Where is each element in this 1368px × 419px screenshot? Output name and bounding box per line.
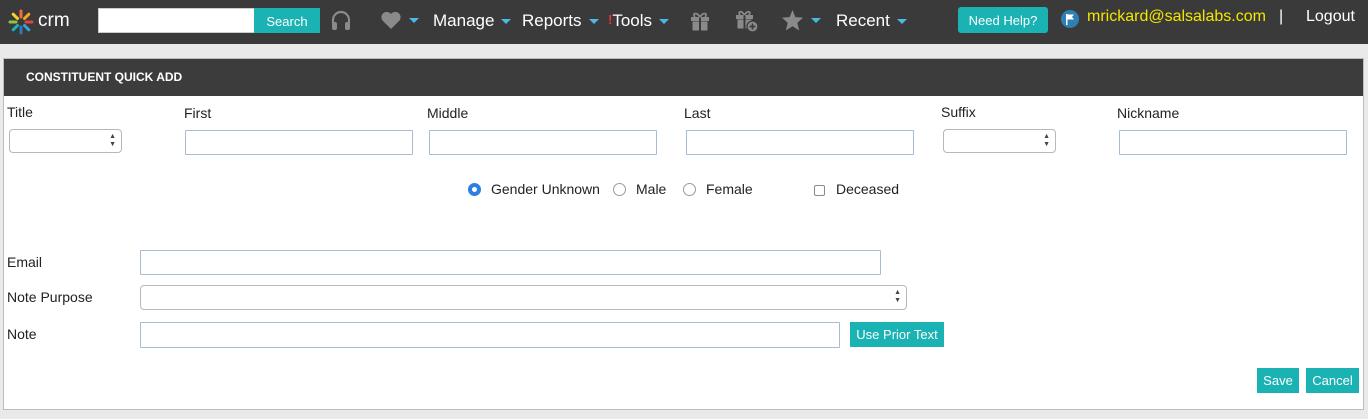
nickname-input[interactable] — [1119, 130, 1347, 155]
logo-text: crm — [38, 10, 70, 31]
gender-female-label: Female — [706, 181, 753, 197]
nav-manage-label: Manage — [433, 11, 495, 30]
nav-manage[interactable]: Manage — [433, 11, 512, 31]
title-label: Title — [7, 104, 33, 120]
select-arrows-icon: ▲ ▼ — [109, 133, 116, 148]
chevron-down-icon — [896, 19, 907, 25]
note-input[interactable] — [140, 322, 840, 348]
user-email[interactable]: mrickard@salsalabs.com — [1087, 8, 1266, 26]
middle-name-label: Middle — [427, 105, 469, 121]
nav-tools-label: Tools — [612, 11, 653, 30]
star-icon — [781, 9, 804, 31]
gift-add-icon[interactable] — [735, 9, 759, 38]
favorites-menu[interactable] — [380, 10, 419, 30]
heart-icon — [381, 11, 401, 30]
need-help-button[interactable]: Need Help? — [958, 7, 1048, 33]
headset-icon[interactable] — [330, 9, 352, 38]
logo-mark-icon — [8, 9, 34, 35]
chevron-down-icon — [659, 19, 670, 25]
email-label: Email — [7, 254, 43, 270]
use-prior-text-button[interactable]: Use Prior Text — [850, 322, 944, 347]
chevron-down-icon — [501, 19, 512, 25]
select-arrows-icon: ▲ ▼ — [894, 289, 901, 304]
save-button[interactable]: Save — [1257, 368, 1299, 393]
chevron-down-icon — [811, 17, 821, 23]
search-button[interactable]: Search — [254, 8, 320, 33]
gender-female-radio[interactable] — [683, 183, 696, 196]
logout-link[interactable]: Logout — [1306, 8, 1355, 26]
global-search-input[interactable] — [98, 8, 254, 33]
chevron-down-icon — [588, 19, 599, 25]
gender-unknown-radio[interactable] — [468, 183, 481, 196]
gift-icon[interactable] — [689, 10, 711, 37]
deceased-checkbox[interactable] — [814, 185, 825, 196]
chevron-down-icon — [409, 17, 419, 23]
panel-header: CONSTITUENT QUICK ADD — [4, 59, 1363, 96]
suffix-select[interactable]: ▲ ▼ — [943, 129, 1056, 153]
middle-name-input[interactable] — [429, 130, 657, 155]
nav-tools[interactable]: !Tools — [608, 11, 670, 31]
title-select[interactable]: ▲ ▼ — [9, 129, 122, 153]
gender-unknown-label: Gender Unknown — [491, 181, 600, 197]
last-name-input[interactable] — [686, 130, 914, 155]
nav-recent-label: Recent — [836, 11, 890, 30]
suffix-label: Suffix — [941, 104, 976, 120]
nav-separator: | — [1279, 8, 1284, 25]
nav-reports[interactable]: Reports — [522, 11, 599, 31]
nav-reports-label: Reports — [522, 11, 582, 30]
user-flag-icon — [1061, 10, 1079, 28]
first-name-input[interactable] — [185, 130, 413, 155]
note-label: Note — [7, 326, 37, 342]
nickname-label: Nickname — [1117, 105, 1180, 121]
select-arrows-icon: ▲ ▼ — [1043, 133, 1050, 148]
bookmarks-menu[interactable] — [781, 9, 821, 31]
note-purpose-label: Note Purpose — [7, 289, 93, 305]
last-name-label: Last — [684, 105, 711, 121]
top-navigation-bar: crm Search Manage Reports !Tools Recent … — [0, 0, 1368, 44]
email-input[interactable] — [140, 250, 881, 275]
constituent-quick-add-panel: CONSTITUENT QUICK ADD Title First Middle… — [3, 58, 1364, 410]
deceased-label: Deceased — [836, 181, 900, 197]
crm-logo[interactable]: crm — [8, 8, 72, 36]
gender-male-radio[interactable] — [613, 183, 626, 196]
note-purpose-select[interactable]: ▲ ▼ — [140, 285, 907, 310]
cancel-button[interactable]: Cancel — [1306, 368, 1359, 393]
first-name-label: First — [184, 105, 212, 121]
nav-recent[interactable]: Recent — [836, 11, 907, 31]
panel-title: CONSTITUENT QUICK ADD — [26, 70, 183, 84]
gender-male-label: Male — [636, 181, 667, 197]
